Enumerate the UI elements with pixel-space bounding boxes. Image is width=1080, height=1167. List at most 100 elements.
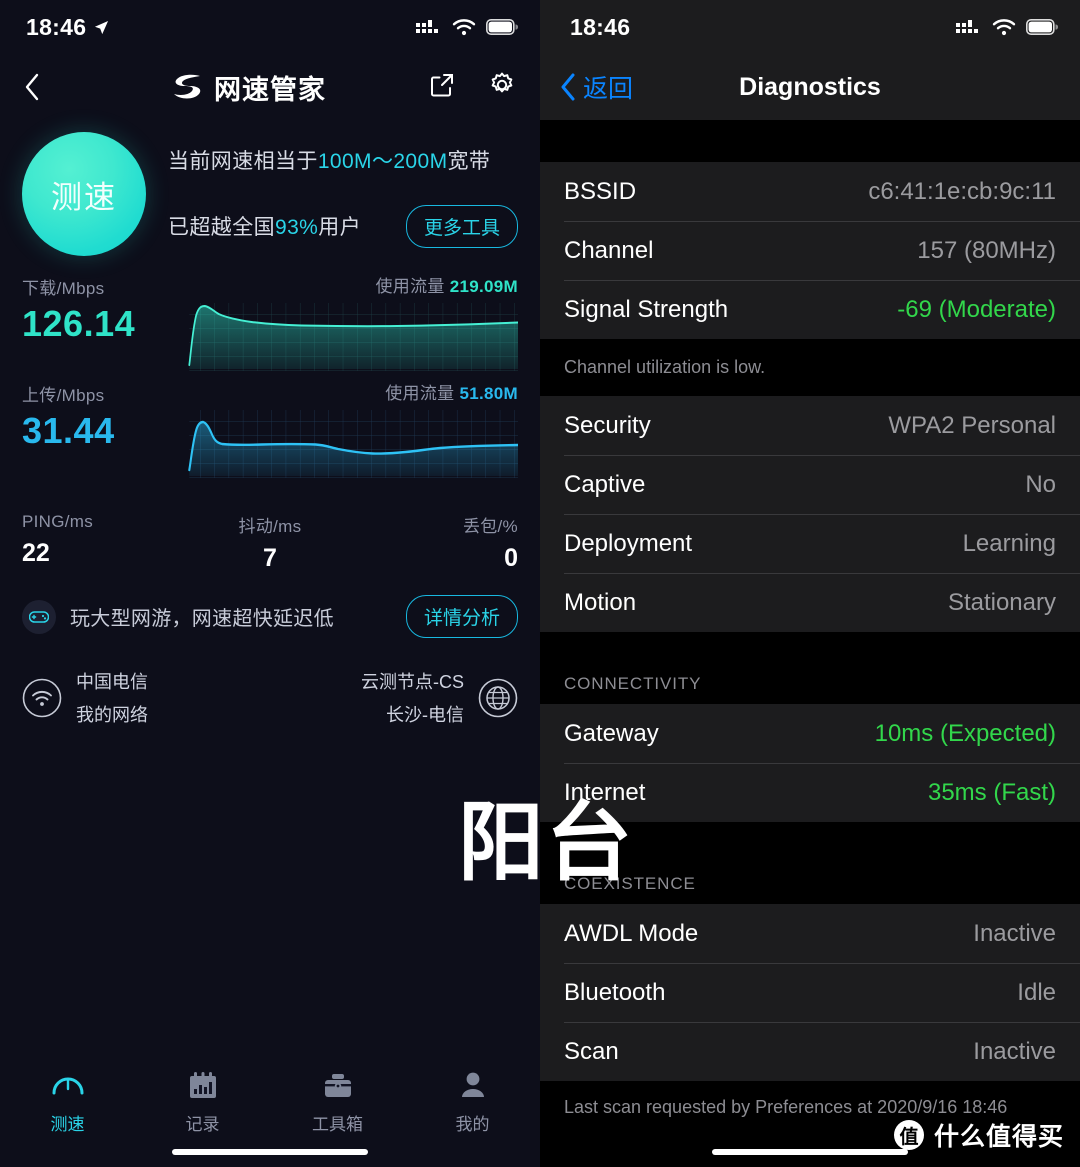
wifi-circle-icon xyxy=(22,678,62,717)
chevron-left-icon xyxy=(561,73,575,101)
app-title-text: 网速管家 xyxy=(214,74,326,105)
row-captive-value: No xyxy=(1025,470,1056,498)
row-deployment[interactable]: Deployment Learning xyxy=(540,514,1080,573)
download-value: 126.14 xyxy=(22,303,136,344)
jitter-caption: 抖动/ms xyxy=(238,517,302,536)
download-chart-block: 下载/Mbps 126.14 使用流量 219.09M xyxy=(22,272,518,373)
row-bssid-label: BSSID xyxy=(564,177,637,205)
row-security-value: WPA2 Personal xyxy=(888,411,1056,439)
row-security[interactable]: Security WPA2 Personal xyxy=(540,396,1080,455)
row-gateway-value: 10ms (Expected) xyxy=(874,719,1056,747)
upload-chart-block: 上传/Mbps 31.44 使用流量 51.80M xyxy=(22,379,518,480)
right-status-bar-time: 18:46 xyxy=(570,13,631,40)
row-bluetooth[interactable]: Bluetooth Idle xyxy=(540,963,1080,1022)
settings-button[interactable] xyxy=(488,71,516,104)
test-node-name: 云测节点-CS xyxy=(361,672,464,692)
gamepad-icon xyxy=(22,599,56,634)
tip-row: 玩大型网游，网速超快延迟低 详情分析 xyxy=(0,573,540,638)
stat-jitter: 抖动/ms 7 xyxy=(187,512,352,573)
row-internet-value: 35ms (Fast) xyxy=(927,778,1056,806)
left-status-bar: 18:46 xyxy=(0,0,540,54)
top-spacer xyxy=(540,120,1080,162)
toolbox-icon xyxy=(324,1074,351,1097)
row-motion-value: Stationary xyxy=(947,588,1056,616)
wifi-diagnostics-panel: 18:46 返回 Diagnostics BSSID c6:41:1e:cb:9… xyxy=(540,0,1080,1167)
right-status-bar: 18:46 xyxy=(540,0,1080,54)
row-bluetooth-value: Idle xyxy=(1017,978,1056,1006)
upload-area-chart xyxy=(188,410,518,478)
globe-circle-icon xyxy=(478,678,518,717)
share-export-button[interactable] xyxy=(428,71,456,104)
upload-value: 31.44 xyxy=(22,410,115,451)
percentile-prefix: 已超越全国 xyxy=(168,216,275,239)
share-export-icon xyxy=(431,73,453,96)
speed-test-app-panel: 18:46 网速管家 测速 当前网速相当于100M～200M宽带 已超越全国93… xyxy=(0,0,540,1167)
gear-icon xyxy=(491,72,513,92)
wifi-icon xyxy=(452,19,476,36)
group-security-info: Security WPA2 Personal Captive No Deploy… xyxy=(540,396,1080,632)
tab-toolbox[interactable]: 工具箱 xyxy=(270,1069,405,1135)
row-channel-label: Channel xyxy=(564,236,654,264)
estimate-prefix: 当前网速相当于 xyxy=(168,149,318,173)
home-indicator xyxy=(712,1149,908,1155)
row-gateway[interactable]: Gateway 10ms (Expected) xyxy=(540,704,1080,763)
row-awdl-mode-value: Inactive xyxy=(973,919,1056,947)
start-speed-test-button[interactable]: 测速 xyxy=(22,132,146,256)
upload-caption: 上传/Mbps xyxy=(22,386,105,405)
section-header-connectivity: CONNECTIVITY xyxy=(540,632,1080,704)
tab-speedtest[interactable]: 测速 xyxy=(0,1069,135,1135)
stat-loss: 丢包/% 0 xyxy=(353,512,518,573)
row-deployment-label: Deployment xyxy=(564,529,693,557)
row-motion[interactable]: Motion Stationary xyxy=(540,573,1080,632)
tab-toolbox-label: 工具箱 xyxy=(312,1115,363,1134)
back-button-label: 返回 xyxy=(583,75,634,103)
tab-speedtest-label: 测速 xyxy=(50,1115,85,1134)
percentile-suffix: 用户 xyxy=(318,216,362,239)
estimate-range: 100M～200M xyxy=(317,149,448,173)
row-scan[interactable]: Scan Inactive xyxy=(540,1022,1080,1081)
row-internet-label: Internet xyxy=(564,778,646,806)
loss-value: 0 xyxy=(504,544,518,572)
percentile-text: 已超越全国93%用户 xyxy=(168,211,361,241)
back-button[interactable] xyxy=(24,73,68,101)
group-coexistence: AWDL Mode Inactive Bluetooth Idle Scan I… xyxy=(540,904,1080,1081)
location-arrow-icon xyxy=(95,20,109,34)
stats-row: PING/ms 22 抖动/ms 7 丢包/% 0 xyxy=(0,486,540,573)
download-usage-label: 使用流量 xyxy=(375,277,445,296)
row-signal-strength[interactable]: Signal Strength -69 (Moderate) xyxy=(540,280,1080,339)
estimate-suffix: 宽带 xyxy=(447,149,491,173)
cellular-bars-icon xyxy=(956,20,978,33)
speed-test-button-label: 测速 xyxy=(51,179,117,215)
test-node-cell[interactable]: 云测节点-CS 长沙-电信 xyxy=(270,668,518,727)
more-tools-button[interactable]: 更多工具 xyxy=(405,204,518,248)
row-internet[interactable]: Internet 35ms (Fast) xyxy=(540,763,1080,822)
cellular-bars-icon xyxy=(416,20,438,33)
test-node-location: 长沙-电信 xyxy=(386,705,464,725)
my-network-cell[interactable]: 中国电信 我的网络 xyxy=(22,668,270,727)
percentile-value: 93% xyxy=(275,216,319,239)
tab-records[interactable]: 记录 xyxy=(135,1069,270,1135)
detail-analysis-button[interactable]: 详情分析 xyxy=(405,595,518,638)
back-to-previous-button[interactable]: 返回 xyxy=(560,69,633,105)
upload-usage: 使用流量 51.80M xyxy=(172,379,518,404)
row-captive-label: Captive xyxy=(564,470,646,498)
row-channel-value: 157 (80MHz) xyxy=(917,236,1056,264)
home-indicator xyxy=(172,1149,368,1155)
tip-text: 玩大型网游，网速超快延迟低 xyxy=(70,608,334,630)
group-network-info: BSSID c6:41:1e:cb:9c:11 Channel 157 (80M… xyxy=(540,162,1080,339)
row-awdl-mode-label: AWDL Mode xyxy=(564,919,699,947)
app-title: 网速管家 xyxy=(68,68,428,107)
section-header-coexistence: COEXISTENCE xyxy=(540,822,1080,904)
loss-caption: 丢包/% xyxy=(462,517,518,536)
row-awdl-mode[interactable]: AWDL Mode Inactive xyxy=(540,904,1080,963)
row-motion-label: Motion xyxy=(564,588,637,616)
row-deployment-value: Learning xyxy=(962,529,1056,557)
tab-profile[interactable]: 我的 xyxy=(405,1069,540,1135)
row-captive[interactable]: Captive No xyxy=(540,455,1080,514)
row-channel[interactable]: Channel 157 (80MHz) xyxy=(540,221,1080,280)
speed-butler-logo-icon xyxy=(174,74,201,99)
row-bssid[interactable]: BSSID c6:41:1e:cb:9c:11 xyxy=(540,162,1080,221)
hero-section: 测速 当前网速相当于100M～200M宽带 已超越全国93%用户 更多工具 xyxy=(0,120,540,256)
speedometer-icon xyxy=(52,1077,83,1095)
tab-profile-label: 我的 xyxy=(455,1115,490,1134)
